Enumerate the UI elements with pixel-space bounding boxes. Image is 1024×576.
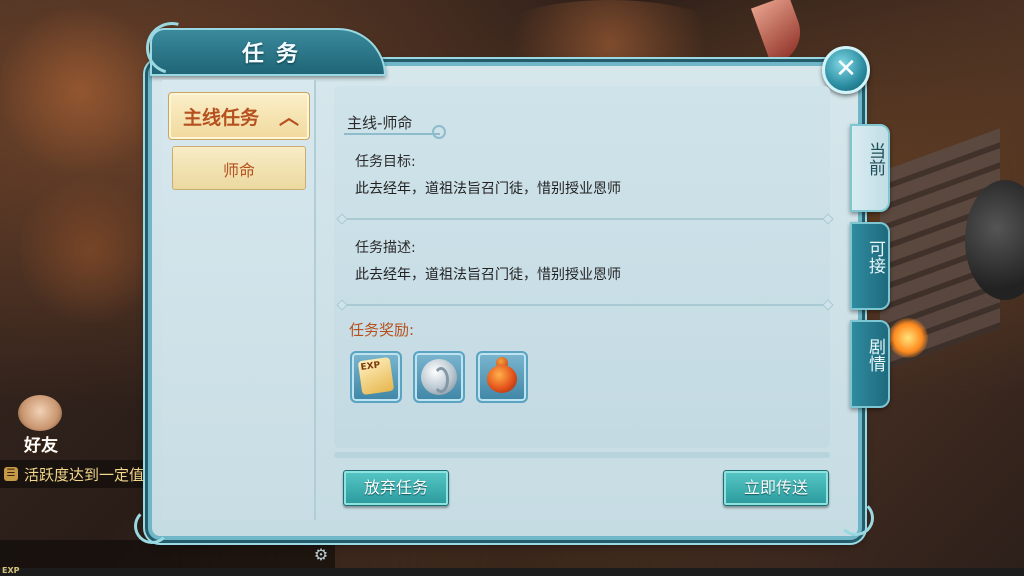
tab-story-label: 剧情: [865, 338, 885, 372]
exp-scroll-icon: EXP: [357, 356, 395, 396]
description-label: 任务描述:: [355, 240, 416, 256]
exp-label: EXP: [2, 566, 20, 575]
background-tree: [0, 0, 160, 180]
friend-icon: [18, 395, 62, 431]
tab-available[interactable]: 可接: [850, 222, 890, 310]
goal-label: 任务目标:: [355, 154, 416, 170]
reward-silver[interactable]: [413, 351, 465, 403]
chat-bar[interactable]: ☰ 活跃度达到一定值: [0, 460, 160, 488]
friend-button[interactable]: 好友: [12, 395, 70, 457]
friend-label: 好友: [24, 436, 58, 456]
close-icon: ✕: [835, 54, 857, 84]
dialog-title: 任务: [241, 41, 310, 67]
tab-current[interactable]: 当前: [850, 124, 890, 212]
title-underline: [344, 133, 440, 135]
background-tree: [20, 170, 160, 330]
chat-message: 活跃度达到一定值: [24, 466, 145, 484]
exp-icon-text: EXP: [360, 360, 381, 373]
abandon-quest-button[interactable]: 放弃任务: [343, 470, 449, 506]
tab-current-label: 当前: [865, 142, 885, 176]
panel-bottom-strip: [334, 452, 830, 458]
divider: [342, 218, 828, 220]
title-underline-ornament: [432, 125, 446, 139]
chevron-up-icon: ︿: [279, 105, 299, 129]
exp-bar: [0, 568, 1024, 576]
chat-channel-icon: ☰: [4, 467, 18, 481]
settings-gear-icon[interactable]: ⚙: [312, 546, 330, 564]
tab-story[interactable]: 剧情: [850, 320, 890, 408]
teleport-button[interactable]: 立即传送: [723, 470, 829, 506]
background-torch: [888, 318, 928, 358]
tab-available-label: 可接: [865, 240, 885, 274]
quest-item-shiming[interactable]: 师命: [172, 146, 306, 190]
gourd-icon: [487, 365, 517, 393]
quest-title: 主线-师命: [347, 114, 413, 132]
silver-coin-icon: [421, 359, 457, 395]
goal-text: 此去经年，道祖法旨召门徒，惜别授业恩师: [355, 181, 621, 197]
bottom-hud-bar: [0, 540, 335, 570]
close-button[interactable]: ✕: [822, 46, 870, 94]
background-horn: [750, 0, 810, 66]
category-label: 主线任务: [183, 107, 260, 129]
divider: [342, 304, 828, 306]
category-main-quest[interactable]: 主线任务 ︿: [168, 92, 310, 140]
quest-item-label: 师命: [222, 161, 255, 180]
corner-ornament: [134, 508, 170, 544]
reward-label: 任务奖励:: [349, 321, 415, 339]
corner-ornament: [838, 500, 874, 536]
description-text: 此去经年，道祖法旨召门徒，惜别授业恩师: [355, 267, 621, 283]
reward-exp[interactable]: EXP: [350, 351, 402, 403]
reward-gourd[interactable]: [476, 351, 528, 403]
